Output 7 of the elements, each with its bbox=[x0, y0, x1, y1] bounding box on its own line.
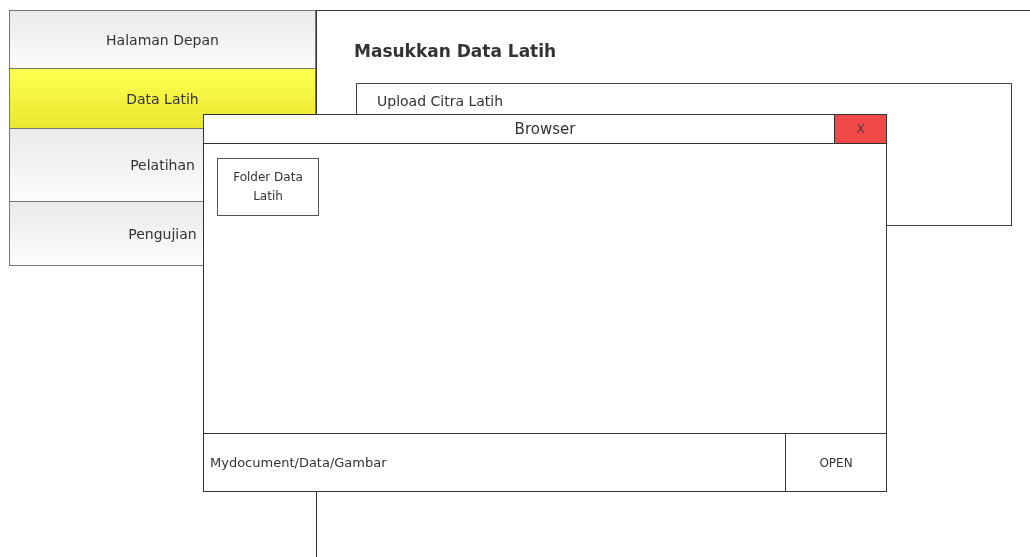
path-field[interactable]: Mydocument/Data/Gambar bbox=[204, 434, 785, 491]
folder-item[interactable]: Folder Data Latih bbox=[217, 158, 319, 216]
sidebar-item[interactable]: Data Latih bbox=[9, 69, 316, 129]
upload-label: Upload Citra Latih bbox=[377, 93, 504, 109]
page-heading: Masukkan Data Latih bbox=[354, 41, 558, 61]
dialog-title: Browser bbox=[513, 119, 577, 140]
sidebar-item[interactable]: Halaman Depan bbox=[9, 10, 316, 69]
